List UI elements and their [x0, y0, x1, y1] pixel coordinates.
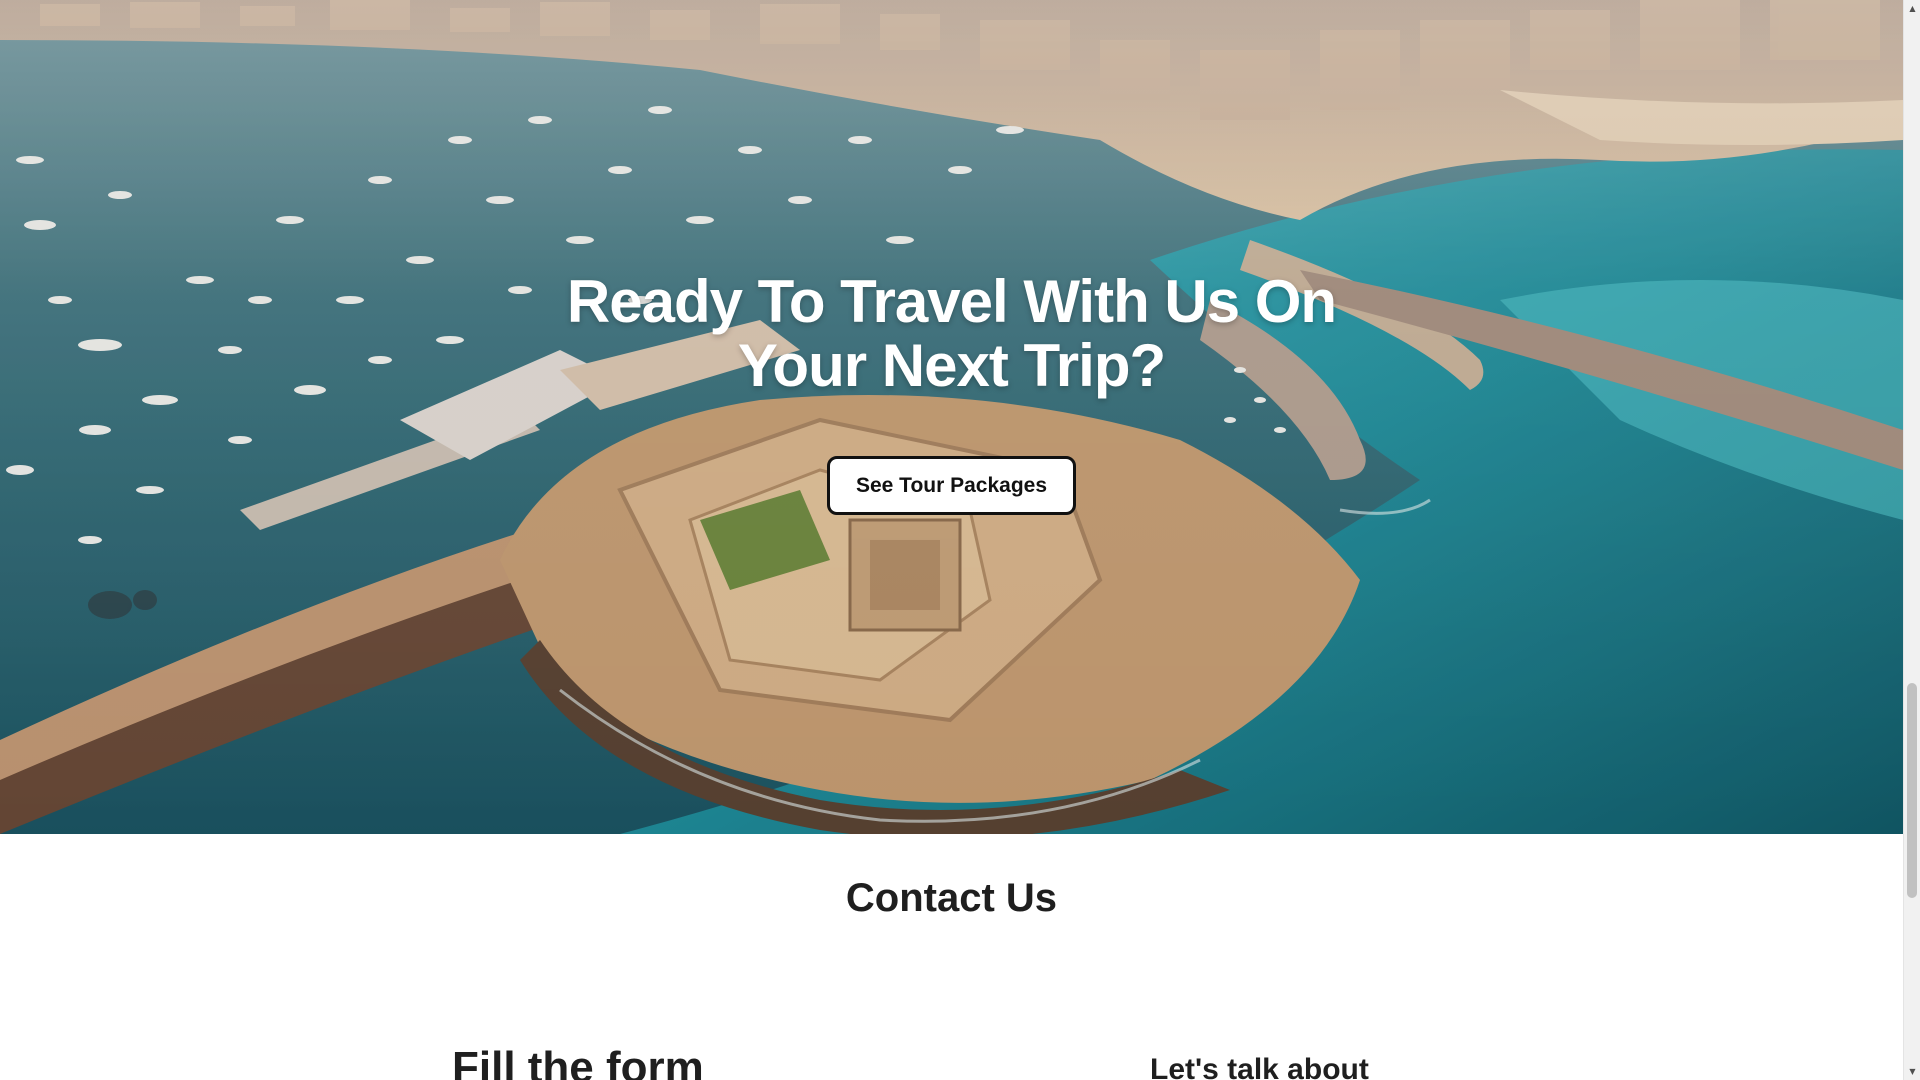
chevron-up-icon[interactable]: ▲	[1904, 0, 1920, 17]
page: Ready To Travel With Us On Your Next Tri…	[0, 0, 1920, 1080]
form-heading: Fill the form	[452, 1043, 704, 1080]
hero-title: Ready To Travel With Us On Your Next Tri…	[566, 268, 1337, 399]
page-scrollbar[interactable]: ▲ ▼	[1903, 0, 1920, 1080]
see-tour-packages-button[interactable]: See Tour Packages	[827, 456, 1076, 515]
hero-section: Ready To Travel With Us On Your Next Tri…	[0, 0, 1903, 834]
hero-content: Ready To Travel With Us On Your Next Tri…	[0, 270, 1903, 515]
chevron-down-icon[interactable]: ▼	[1904, 1063, 1920, 1080]
contact-section: Contact Us Fill the form Let's talk abou…	[0, 834, 1903, 1080]
scrollbar-thumb[interactable]	[1907, 683, 1917, 898]
viewport: Ready To Travel With Us On Your Next Tri…	[0, 0, 1903, 1080]
talk-heading: Let's talk about	[1150, 1053, 1369, 1080]
contact-title: Contact Us	[845, 876, 1058, 920]
